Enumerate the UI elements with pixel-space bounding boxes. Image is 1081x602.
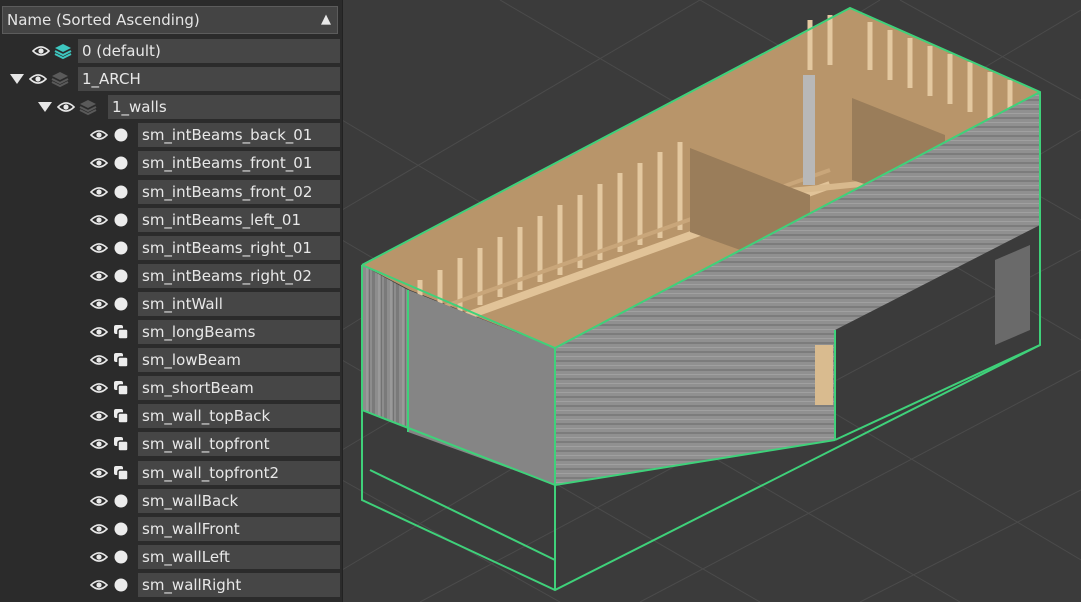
object-row[interactable]: sm_wall_topfront: [90, 431, 340, 457]
object-sphere-icon: [112, 183, 130, 201]
eye-visibility-icon[interactable]: [90, 186, 108, 198]
row-label[interactable]: sm_wall_topBack: [138, 404, 340, 429]
row-label[interactable]: sm_intBeams_back_01: [138, 123, 340, 148]
layer-row[interactable]: 0 (default): [32, 38, 340, 64]
object-row[interactable]: sm_wall_topfront2: [90, 460, 340, 486]
object-row[interactable]: sm_wallRight: [90, 572, 340, 598]
object-row[interactable]: sm_lowBeam: [90, 347, 340, 373]
editable-poly-icon: [112, 351, 130, 369]
row-label[interactable]: sm_intBeams_front_02: [138, 179, 340, 204]
row-label[interactable]: 1_walls: [108, 95, 340, 120]
object-row[interactable]: sm_intBeams_right_01: [90, 235, 340, 261]
eye-visibility-icon[interactable]: [90, 495, 108, 507]
row-label[interactable]: sm_lowBeam: [138, 348, 340, 373]
row-label[interactable]: sm_intBeams_front_01: [138, 151, 340, 176]
eye-visibility-icon[interactable]: [32, 45, 50, 57]
object-row[interactable]: sm_longBeams: [90, 319, 340, 345]
row-label[interactable]: sm_wall_topfront: [138, 432, 340, 457]
object-row[interactable]: sm_wallLeft: [90, 544, 340, 570]
object-sphere-icon: [112, 492, 130, 510]
eye-visibility-icon[interactable]: [90, 157, 108, 169]
row-label[interactable]: sm_wall_topfront2: [138, 460, 340, 485]
object-sphere-icon: [112, 126, 130, 144]
object-sphere-icon: [112, 239, 130, 257]
sort-header-label: Name (Sorted Ascending): [7, 11, 200, 29]
editable-poly-icon: [112, 435, 130, 453]
row-label[interactable]: sm_intWall: [138, 291, 340, 316]
layer-row[interactable]: 1_walls: [38, 94, 340, 120]
layer-row[interactable]: 1_ARCH: [10, 66, 340, 92]
object-row[interactable]: sm_intWall: [90, 291, 340, 317]
row-label[interactable]: sm_intBeams_right_02: [138, 263, 340, 288]
eye-visibility-icon[interactable]: [90, 467, 108, 479]
eye-visibility-icon[interactable]: [90, 298, 108, 310]
row-label[interactable]: sm_wallRight: [138, 572, 340, 597]
object-row[interactable]: sm_intBeams_left_01: [90, 207, 340, 233]
object-row[interactable]: sm_wallFront: [90, 516, 340, 542]
row-label[interactable]: 0 (default): [78, 39, 340, 63]
eye-visibility-icon[interactable]: [90, 326, 108, 338]
object-row[interactable]: sm_intBeams_back_01: [90, 122, 340, 148]
eye-visibility-icon[interactable]: [90, 270, 108, 282]
object-sphere-icon: [112, 520, 130, 538]
eye-visibility-icon[interactable]: [29, 73, 47, 85]
editable-poly-icon: [112, 323, 130, 341]
eye-visibility-icon[interactable]: [90, 438, 108, 450]
layer-stack-icon: [79, 98, 97, 116]
eye-visibility-icon[interactable]: [90, 354, 108, 366]
row-label[interactable]: sm_intBeams_right_01: [138, 235, 340, 260]
eye-visibility-icon[interactable]: [90, 129, 108, 141]
row-label[interactable]: sm_longBeams: [138, 320, 340, 344]
eye-visibility-icon[interactable]: [90, 382, 108, 394]
eye-visibility-icon[interactable]: [90, 579, 108, 591]
row-label[interactable]: sm_shortBeam: [138, 376, 340, 401]
object-row[interactable]: sm_intBeams_front_01: [90, 150, 340, 176]
object-sphere-icon: [112, 576, 130, 594]
row-label[interactable]: sm_wallLeft: [138, 544, 340, 569]
object-row[interactable]: sm_wallBack: [90, 488, 340, 514]
eye-visibility-icon[interactable]: [90, 410, 108, 422]
object-sphere-icon: [112, 154, 130, 172]
eye-visibility-icon[interactable]: [90, 242, 108, 254]
expand-arrow-icon[interactable]: [10, 74, 24, 85]
row-label[interactable]: 1_ARCH: [78, 67, 340, 92]
object-sphere-icon: [112, 548, 130, 566]
expand-arrow-icon[interactable]: [38, 102, 52, 113]
sort-ascending-icon[interactable]: ▲: [321, 12, 331, 27]
editable-poly-icon: [112, 464, 130, 482]
eye-visibility-icon[interactable]: [90, 214, 108, 226]
row-label[interactable]: sm_wallBack: [138, 488, 340, 513]
eye-visibility-icon[interactable]: [90, 523, 108, 535]
object-row[interactable]: sm_wall_topBack: [90, 403, 340, 429]
object-sphere-icon: [112, 267, 130, 285]
object-row[interactable]: sm_intBeams_front_02: [90, 179, 340, 205]
object-row[interactable]: sm_shortBeam: [90, 375, 340, 401]
eye-visibility-icon[interactable]: [90, 551, 108, 563]
scene-explorer-panel: Name (Sorted Ascending) ▲ 0 (default) 1_A…: [0, 0, 343, 602]
editable-poly-icon: [112, 407, 130, 425]
layer-stack-active-icon: [54, 42, 72, 60]
object-sphere-icon: [112, 211, 130, 229]
layer-stack-icon: [51, 70, 69, 88]
object-row[interactable]: sm_intBeams_right_02: [90, 263, 340, 289]
eye-visibility-icon[interactable]: [57, 101, 75, 113]
row-label[interactable]: sm_intBeams_left_01: [138, 207, 340, 232]
box-model[interactable]: [361, 6, 1041, 592]
row-label[interactable]: sm_wallFront: [138, 516, 340, 541]
sort-header[interactable]: Name (Sorted Ascending) ▲: [2, 6, 338, 34]
object-sphere-icon: [112, 295, 130, 313]
editable-poly-icon: [112, 379, 130, 397]
